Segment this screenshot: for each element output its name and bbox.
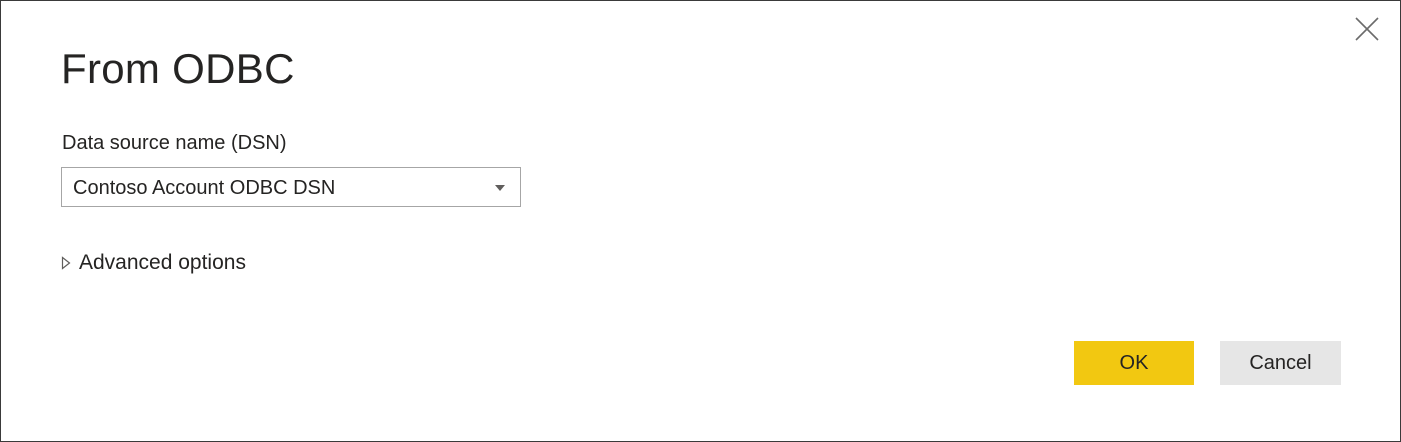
dsn-selected-value: Contoso Account ODBC DSN xyxy=(73,177,336,199)
advanced-options-toggle[interactable]: Advanced options xyxy=(61,249,246,277)
dsn-dropdown[interactable]: Contoso Account ODBC DSN xyxy=(61,167,521,207)
dsn-label: Data source name (DSN) xyxy=(62,132,287,154)
dialog-title: From ODBC xyxy=(61,45,295,92)
chevron-down-icon xyxy=(495,185,505,191)
from-odbc-dialog: From ODBC Data source name (DSN) Contoso… xyxy=(0,0,1401,442)
cancel-button[interactable]: Cancel xyxy=(1220,341,1341,385)
ok-button[interactable]: OK xyxy=(1074,341,1194,385)
close-icon xyxy=(1355,17,1379,41)
advanced-options-label: Advanced options xyxy=(79,251,246,274)
triangle-right-icon xyxy=(61,256,71,270)
close-button[interactable] xyxy=(1353,15,1381,43)
